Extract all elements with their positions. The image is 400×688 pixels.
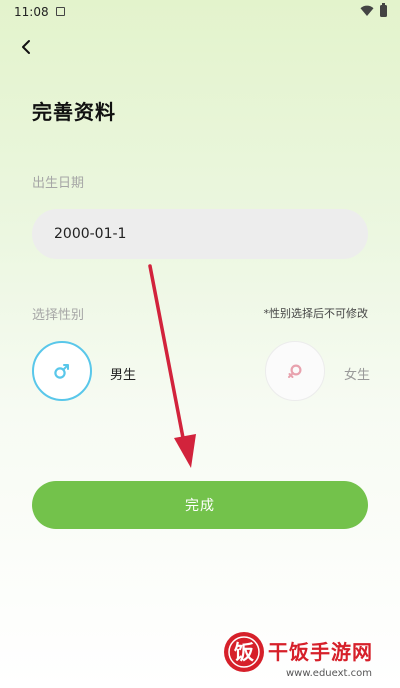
watermark-brand: 干饭手游网 [268, 640, 373, 664]
battery-icon [380, 3, 387, 17]
watermark: 饭 干饭手游网 www.eduext.com [222, 630, 392, 686]
birth-date-label: 出生日期 [32, 176, 85, 191]
male-option-label[interactable]: 男生 [110, 364, 136, 383]
birth-date-field[interactable]: 2000-01-1 [32, 209, 368, 259]
sim-icon [56, 7, 65, 16]
svg-text:饭: 饭 [234, 640, 254, 664]
done-button-label: 完成 [185, 498, 215, 514]
male-option-button[interactable] [32, 341, 92, 401]
done-button[interactable]: 完成 [32, 481, 368, 529]
female-option-label[interactable]: 女生 [344, 364, 370, 383]
watermark-seal-logo: 饭 [224, 632, 264, 672]
status-bar: 11:08 [0, 0, 400, 26]
gender-note: *性别选择后不可修改 [263, 307, 369, 320]
birth-date-value: 2000-01-1 [54, 226, 127, 242]
female-symbol-icon [288, 364, 302, 378]
female-option-button[interactable] [265, 341, 325, 401]
wifi-icon [360, 5, 374, 16]
back-button[interactable] [16, 36, 38, 58]
page-title: 完善资料 [32, 100, 116, 124]
back-arrow-icon [22, 40, 30, 54]
male-symbol-icon [54, 364, 69, 379]
status-time: 11:08 [14, 5, 49, 19]
watermark-url: www.eduext.com [286, 668, 372, 679]
gender-label: 选择性别 [32, 308, 85, 323]
